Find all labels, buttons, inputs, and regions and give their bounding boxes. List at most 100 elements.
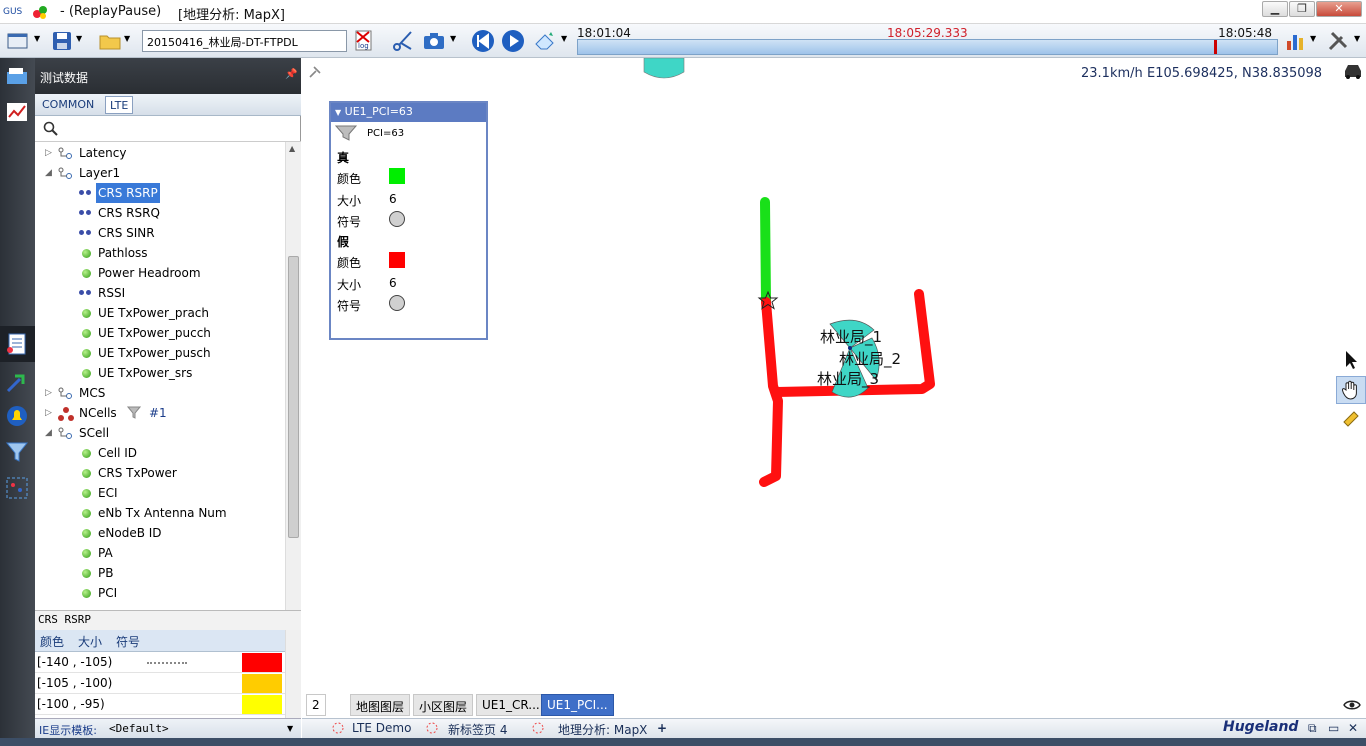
tree-node[interactable]: RSSI	[35, 283, 285, 303]
open-file-icon[interactable]	[5, 64, 29, 88]
legend-swatch[interactable]	[242, 653, 282, 672]
tree-node[interactable]: ◢ SCell	[35, 423, 285, 443]
tree-node[interactable]: Power Headroom	[35, 263, 285, 283]
play-icon[interactable]	[501, 29, 525, 53]
false-symbol-circle[interactable]	[389, 295, 405, 311]
open-folder-icon[interactable]	[98, 29, 122, 53]
doc-tab-mapx[interactable]: 地理分析: MapX	[558, 721, 647, 738]
expand-right-icon[interactable]: ▷	[45, 403, 57, 423]
chart-icon[interactable]	[1284, 29, 1308, 53]
file-combo[interactable]: 20150416_林业局-DT-FTPDL	[142, 30, 347, 52]
true-symbol-circle[interactable]	[389, 211, 405, 227]
chevron-down-icon[interactable]: ▼	[450, 34, 456, 43]
expand-down-icon[interactable]: ◢	[45, 163, 57, 183]
tree-node[interactable]: PA	[35, 543, 285, 563]
map-view[interactable]: 23.1km/h E105.698425, N38.835098 林业局_1 林…	[302, 58, 1366, 718]
pci-legend-header[interactable]: ▼ UE1_PCI=63	[331, 103, 486, 122]
scroll-thumb[interactable]	[288, 256, 299, 538]
tree-node[interactable]: CRS SINR	[35, 223, 285, 243]
tree-node[interactable]: UE TxPower_pusch	[35, 343, 285, 363]
close-button[interactable]: ✕	[1316, 1, 1362, 17]
tab-lte[interactable]: LTE	[105, 96, 134, 114]
ruler-icon[interactable]	[1342, 410, 1360, 428]
tree-node[interactable]: UE TxPower_pucch	[35, 323, 285, 343]
tree-node[interactable]: ◢ Layer1	[35, 163, 285, 183]
tree-node[interactable]: PCI	[35, 583, 285, 603]
restore-panel-icon[interactable]: ⧉	[1308, 721, 1317, 736]
tab-ue1-pci[interactable]: UE1_PCI...	[541, 694, 614, 716]
log-icon[interactable]: log	[353, 29, 377, 53]
chevron-down-icon[interactable]: ▼	[1354, 34, 1360, 43]
pointer-arrow-icon[interactable]	[1344, 350, 1358, 370]
minimize-button[interactable]: ▁	[1262, 1, 1288, 17]
search-icon[interactable]	[43, 121, 59, 137]
tree-node[interactable]: Cell ID	[35, 443, 285, 463]
tree-node[interactable]: CRS RSRQ	[35, 203, 285, 223]
doc-tab-lte-demo[interactable]: LTE Demo	[352, 721, 411, 735]
expand-right-icon[interactable]: ▷	[45, 383, 57, 403]
legend-row[interactable]: [-100 , -95)	[35, 694, 285, 715]
tree-node[interactable]: UE TxPower_srs	[35, 363, 285, 383]
timeline-track[interactable]	[577, 39, 1278, 55]
eye-icon[interactable]	[1343, 698, 1361, 712]
new-window-icon[interactable]	[6, 29, 30, 53]
camera-icon[interactable]	[422, 29, 446, 53]
chevron-down-icon[interactable]: ▼	[1310, 34, 1316, 43]
scroll-up-icon[interactable]: ▲	[289, 144, 295, 153]
skip-back-icon[interactable]	[471, 29, 495, 53]
legend-tab-size[interactable]: 大小	[78, 633, 102, 650]
chevron-down-icon[interactable]: ▼	[76, 34, 82, 43]
export-arrow-icon[interactable]	[5, 370, 29, 394]
restore-button[interactable]: ❐	[1289, 1, 1315, 17]
tree-node[interactable]: UE TxPower_prach	[35, 303, 285, 323]
expand-right-icon[interactable]: ▷	[45, 143, 57, 163]
tree-node[interactable]: PB	[35, 563, 285, 583]
hand-pan-icon[interactable]	[1342, 380, 1360, 400]
legend-swatch[interactable]	[242, 695, 282, 714]
legend-row[interactable]: [-105 , -100)	[35, 673, 285, 694]
scatter-select-icon[interactable]	[5, 476, 29, 500]
tools-icon[interactable]	[1326, 29, 1350, 53]
page-number[interactable]: 2	[306, 694, 326, 716]
chevron-down-icon[interactable]: ▼	[34, 34, 40, 43]
collapse-icon[interactable]: ▼	[335, 108, 341, 117]
tree-node[interactable]: eNodeB ID	[35, 523, 285, 543]
search-row[interactable]	[35, 116, 301, 142]
false-color-swatch[interactable]	[389, 252, 405, 268]
doc-tab-new-page[interactable]: 新标签页 4	[448, 721, 507, 738]
replay-timeline[interactable]: 18:01:04 18:05:29.333 18:05:48	[577, 26, 1278, 56]
tab-ue1-crs[interactable]: UE1_CR...	[476, 694, 546, 716]
add-tab-icon[interactable]: +	[657, 721, 667, 735]
legend-tab-symbol[interactable]: 符号	[116, 633, 140, 650]
filter-icon[interactable]	[5, 440, 29, 464]
close-panel-icon[interactable]: ✕	[1348, 721, 1358, 735]
document-list-icon[interactable]	[5, 332, 29, 356]
tree-node[interactable]: ▷ NCells #1	[35, 403, 285, 423]
tab-common[interactable]: COMMON	[38, 96, 98, 114]
tree-node[interactable]: ▷ MCS	[35, 383, 285, 403]
tree-node[interactable]: eNb Tx Antenna Num	[35, 503, 285, 523]
eraser-icon[interactable]	[533, 29, 557, 53]
chevron-down-icon[interactable]: ▼	[124, 34, 130, 43]
tree-node[interactable]: ECI	[35, 483, 285, 503]
tree-node[interactable]: CRS TxPower	[35, 463, 285, 483]
tab-map-layer[interactable]: 地图图层	[350, 694, 411, 716]
folder-icon[interactable]: ▭	[1328, 721, 1339, 735]
tree-scrollbar[interactable]: ▲ ▼	[285, 142, 301, 664]
true-color-swatch[interactable]	[389, 168, 405, 184]
tree-node[interactable]: Pathloss	[35, 243, 285, 263]
legend-scrollbar[interactable]	[285, 630, 301, 718]
line-chart-icon[interactable]	[5, 100, 29, 124]
ie-template-select[interactable]: <Default>	[109, 722, 169, 735]
legend-tab-color[interactable]: 颜色	[40, 633, 64, 650]
tree-node[interactable]: ▷ Latency	[35, 143, 285, 163]
scissors-icon[interactable]	[391, 29, 415, 53]
save-icon[interactable]	[50, 29, 74, 53]
chevron-down-icon[interactable]: ▼	[287, 724, 293, 733]
alarm-bell-icon[interactable]	[5, 404, 29, 428]
expand-down-icon[interactable]: ◢	[45, 423, 57, 443]
tab-cell-layer[interactable]: 小区图层	[413, 694, 474, 716]
legend-swatch[interactable]	[242, 674, 282, 693]
tree-node[interactable]: CRS RSRP	[35, 183, 285, 203]
timeline-cursor[interactable]	[1214, 40, 1218, 54]
